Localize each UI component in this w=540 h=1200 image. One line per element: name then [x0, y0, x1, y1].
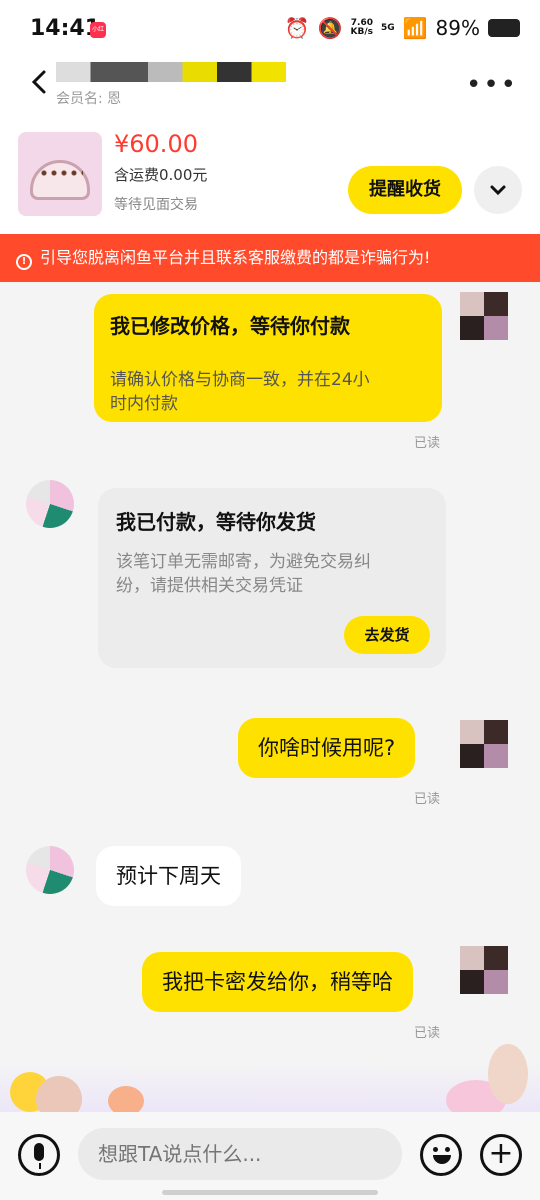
read-receipt: 已读 — [414, 436, 441, 451]
card-body: 该笔订单无需邮寄，为避免交易纠 纷，请提供相关交易凭证 — [116, 552, 371, 596]
warning-icon: ! — [16, 254, 32, 270]
warning-text: 引导您脱离闲鱼平台并且联系客服缴费的都是诈骗行为! — [40, 248, 431, 267]
member-name: 会员名: 恩 — [56, 91, 122, 107]
app-badge-icon: 小红书 — [90, 22, 106, 49]
deal-type: 等待见面交易 — [114, 197, 198, 213]
peer-avatar[interactable] — [26, 846, 74, 894]
network-type: 5G — [380, 23, 395, 33]
card-title: 我已修改价格，等待你付款 — [110, 314, 350, 338]
more-options-icon[interactable]: ••• — [466, 70, 518, 100]
mute-icon: 🔕 — [317, 16, 343, 40]
status-icons: ⏰ 🔕 7.60 KB/s 5G 📶 89% — [285, 16, 520, 40]
go-ship-button[interactable]: 去发货 — [344, 616, 430, 654]
microphone-icon[interactable] — [18, 1134, 60, 1176]
status-bar: 14:41 小红书 ⏰ 🔕 7.60 KB/s 5G 📶 89% — [0, 0, 540, 60]
girl-sticker-icon — [488, 1044, 528, 1104]
battery-level: 89% — [435, 16, 480, 40]
input-bar: + — [0, 1112, 540, 1200]
price-changed-card[interactable]: 我已修改价格，等待你付款 请确认价格与协商一致，并在24小 时内付款 — [94, 294, 442, 422]
my-avatar[interactable] — [460, 946, 508, 994]
chat-header: 会员名: 恩 ••• — [0, 60, 540, 112]
card-body: 请确认价格与协商一致，并在24小 时内付款 — [110, 370, 370, 414]
product-card[interactable]: ¥60.00 含运费0.00元 等待见面交易 提醒收货 — [0, 112, 540, 234]
peer-name-redacted[interactable] — [56, 62, 286, 82]
chat-area[interactable]: 我已修改价格，等待你付款 请确认价格与协商一致，并在24小 时内付款 已读 我已付… — [0, 282, 540, 1112]
shipping-fee: 含运费0.00元 — [114, 166, 208, 184]
fraud-warning-banner: ! 引导您脱离闲鱼平台并且联系客服缴费的都是诈骗行为! — [0, 234, 540, 282]
network-speed: 7.60 KB/s — [350, 18, 373, 37]
wifi-icon: 📶 — [402, 16, 428, 40]
product-thumbnail[interactable] — [18, 132, 102, 216]
message-bubble[interactable]: 预计下周天 — [96, 846, 241, 906]
message-bubble[interactable]: 我把卡密发给你，稍等哈 — [142, 952, 413, 1012]
product-price: ¥60.00 — [114, 130, 198, 158]
home-indicator[interactable] — [162, 1190, 378, 1195]
back-arrow-icon[interactable] — [26, 68, 54, 96]
message-input[interactable] — [78, 1128, 402, 1180]
read-receipt: 已读 — [414, 792, 441, 807]
peer-avatar[interactable] — [26, 480, 74, 528]
chevron-down-icon[interactable] — [474, 166, 522, 214]
sticker-strip — [0, 1044, 540, 1122]
card-title: 我已付款，等待你发货 — [116, 510, 316, 534]
emoji-icon[interactable] — [420, 1134, 462, 1176]
my-avatar[interactable] — [460, 720, 508, 768]
plus-icon[interactable]: + — [480, 1134, 522, 1176]
battery-icon — [488, 19, 520, 37]
message-bubble[interactable]: 你啥时候用呢? — [238, 718, 416, 778]
remind-receive-button[interactable]: 提醒收货 — [348, 166, 462, 214]
cake-image-icon — [30, 160, 90, 200]
alarm-icon: ⏰ — [284, 16, 310, 40]
my-avatar[interactable] — [460, 292, 508, 340]
read-receipt: 已读 — [414, 1026, 441, 1041]
